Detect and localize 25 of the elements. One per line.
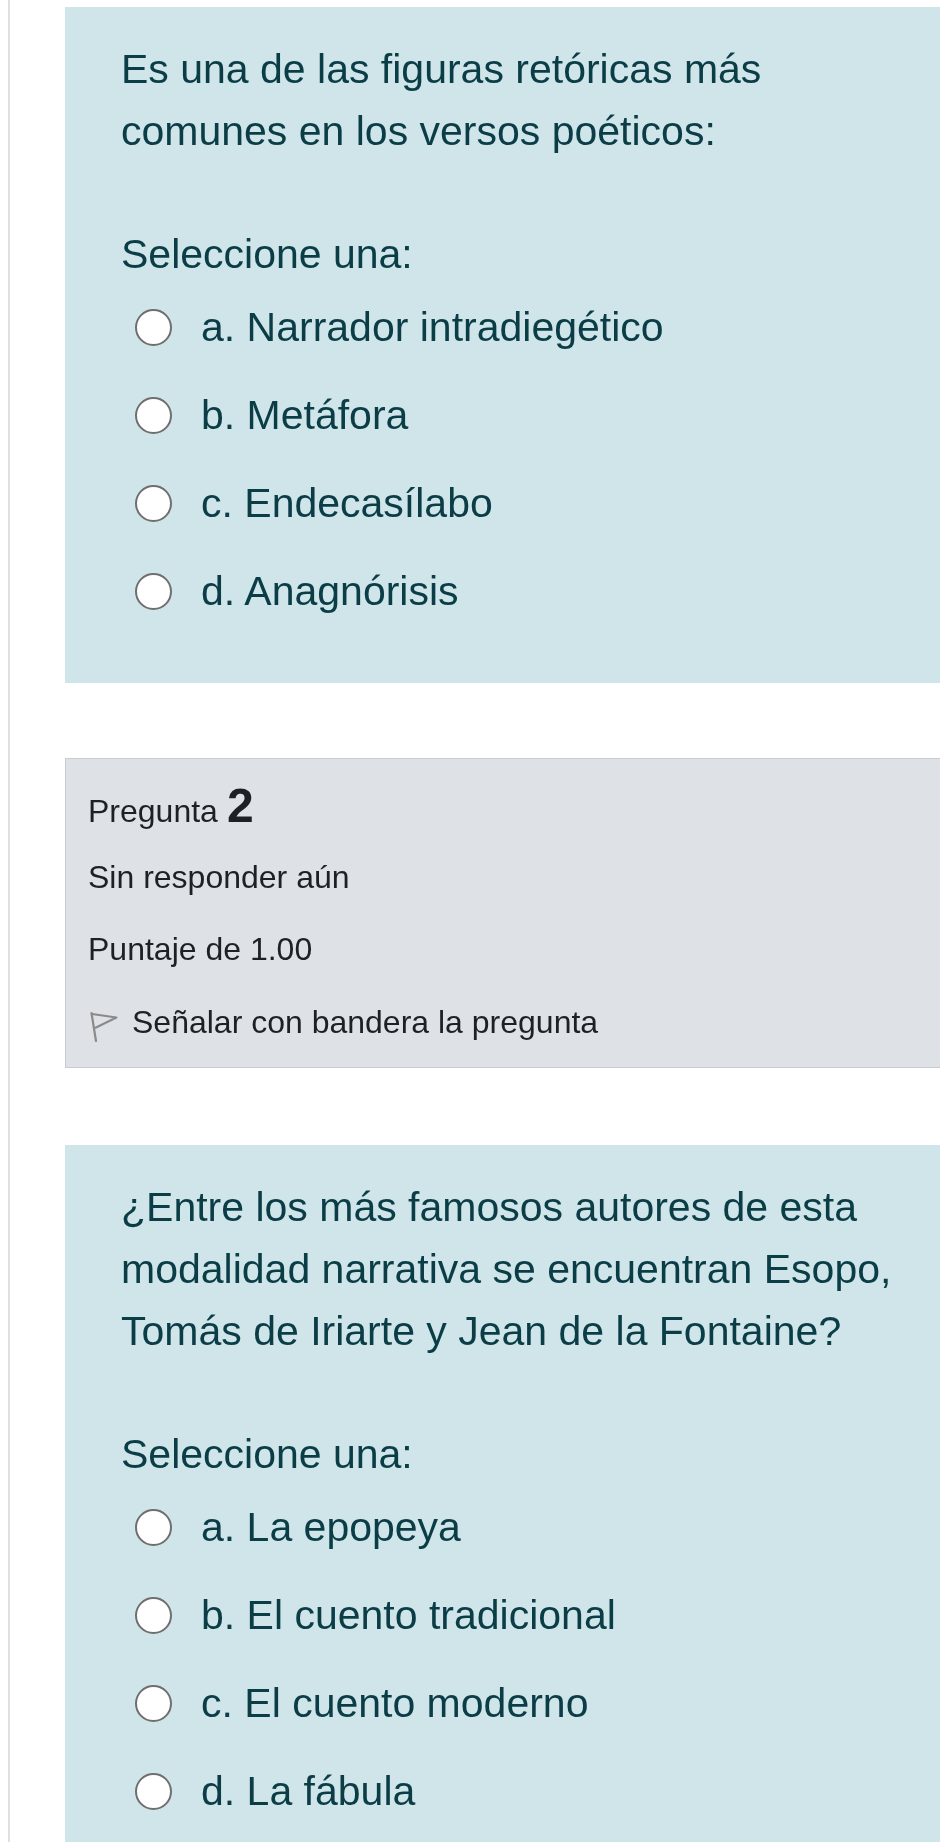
radio-button[interactable] xyxy=(135,308,172,346)
radio-button[interactable] xyxy=(135,1508,172,1546)
option-label[interactable]: d. La fábula xyxy=(201,1766,416,1816)
option-label[interactable]: a. Narrador intradiegético xyxy=(201,302,664,352)
option-label[interactable]: b. El cuento tradicional xyxy=(201,1590,616,1640)
option-label[interactable]: c. Endecasílabo xyxy=(201,478,493,528)
select-prompt: Seleccione una: xyxy=(121,230,413,279)
question-number: 2 xyxy=(226,779,254,832)
question-text: ¿Entre los más famosos autores de esta modalidad narrativa se encuentran Esopo, Tomás de Iriarte y Jean de la Fontaine? xyxy=(121,1183,893,1356)
flag-question-link[interactable]: Señalar con bandera la pregunta xyxy=(88,1002,599,1042)
question-status: Sin responder aún xyxy=(88,858,350,897)
radio-button[interactable] xyxy=(135,396,172,434)
question-label: Pregunta xyxy=(88,793,218,829)
radio-button[interactable] xyxy=(135,1684,172,1722)
radio-button[interactable] xyxy=(135,1596,172,1634)
question-score: Puntaje de 1.00 xyxy=(88,930,313,969)
option-label[interactable]: b. Metáfora xyxy=(201,390,409,440)
option-label[interactable]: a. La epopeya xyxy=(201,1502,461,1552)
radio-button[interactable] xyxy=(135,1772,172,1810)
radio-button[interactable] xyxy=(135,572,172,610)
option-label[interactable]: d. Anagnórisis xyxy=(201,566,459,616)
select-prompt: Seleccione una: xyxy=(121,1430,413,1479)
question-text: Es una de las figuras retóricas más comunes en los versos poéticos: xyxy=(121,45,763,156)
radio-button[interactable] xyxy=(135,484,172,522)
option-label[interactable]: c. El cuento moderno xyxy=(201,1678,589,1728)
